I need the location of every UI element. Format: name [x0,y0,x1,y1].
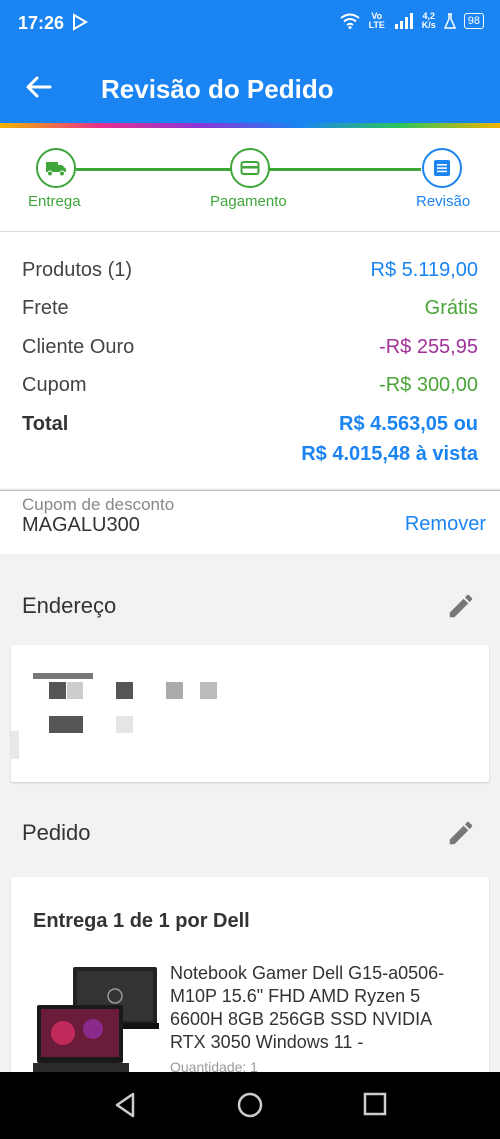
receipt-icon [434,160,450,176]
step-label-payment: Pagamento [210,193,287,210]
speed-unit: K/s [421,20,436,30]
coupon-caption: Cupom de desconto [22,495,175,514]
clock: 17:26 [18,13,65,33]
step-review[interactable] [422,148,462,188]
redacted-block [166,682,183,699]
battery-indicator: 98 [463,13,484,29]
order-summary: Produtos (1) R$ 5.119,00 Frete Grátis Cl… [0,232,500,488]
product-image[interactable] [33,967,159,1075]
coupon-value: -R$ 300,00 [379,373,478,396]
status-icons: Vo LTE 4,2 K/s 98 [340,12,484,30]
coupon-code: MAGALU300 [22,514,140,536]
network-speed: 4,2 K/s [422,12,436,30]
shipping-label: Frete [22,296,69,319]
total-installment: R$ 4.563,05 ou [339,413,478,435]
nav-home-icon[interactable] [237,1092,263,1118]
step-label-delivery: Entrega [28,193,81,210]
shipping-value: Grátis [424,296,478,319]
remove-coupon-button[interactable]: Remover [405,513,486,536]
summary-row-gold: Cliente Ouro -R$ 255,95 [22,332,478,362]
products-value: R$ 5.119,00 [370,258,479,281]
product-name[interactable]: Notebook Gamer Dell G15-a0506-M10P 15.6"… [170,962,470,1054]
coupon-field[interactable]: Cupom de desconto MAGALU300 Remover [0,490,500,554]
page-title: Revisão do Pedido [101,74,334,104]
app-bar: Revisão do Pedido [0,50,500,123]
redacted-block [49,682,66,699]
redacted-address [33,673,93,679]
wifi-icon [340,13,360,29]
edit-order-icon[interactable] [446,818,476,848]
redacted-block [200,682,217,699]
coupon-label: Cupom [22,373,87,396]
delivery-info: Entrega 1 de 1 por Dell [33,910,250,932]
truck-icon [46,162,66,177]
address-card[interactable] [11,645,489,782]
order-title: Pedido [22,820,91,845]
redacted-block [67,682,83,699]
system-nav-bar [0,1072,500,1139]
step-label-review: Revisão [416,193,471,210]
card-icon [240,161,260,175]
redacted-block [11,731,19,759]
redacted-block [49,716,83,733]
signal-icon [394,13,413,29]
back-arrow-icon[interactable] [24,72,54,102]
address-title: Endereço [22,593,117,618]
redacted-block [116,682,133,699]
step-payment[interactable] [230,148,270,188]
network-type: Vo LTE [368,11,385,30]
total-label: Total [22,412,69,435]
summary-row-shipping: Frete Grátis [22,293,478,323]
total-cash: R$ 4.015,48 à vista [301,443,478,465]
summary-row-products: Produtos (1) R$ 5.119,00 [22,255,478,285]
edit-address-icon[interactable] [446,591,476,621]
gold-label: Cliente Ouro [22,335,135,358]
summary-row-coupon: Cupom -R$ 300,00 [22,370,478,400]
play-store-icon [72,13,88,36]
products-label: Produtos (1) [22,258,133,281]
nav-recents-icon[interactable] [363,1092,387,1116]
nav-back-icon[interactable] [113,1092,137,1118]
total-value: R$ 4.563,05 ou R$ 4.015,48 à vista [301,409,478,469]
order-card: Entrega 1 de 1 por Dell Notebook Gamer D… [11,877,489,1077]
step-delivery[interactable] [36,148,76,188]
flask-icon [443,13,456,29]
redacted-block [116,716,133,733]
gold-value: -R$ 255,95 [379,335,478,358]
status-bar: 17:26 Vo LTE 4,2 K/s 98 [0,0,500,50]
checkout-stepper: Entrega Pagamento Revisão [0,128,500,232]
